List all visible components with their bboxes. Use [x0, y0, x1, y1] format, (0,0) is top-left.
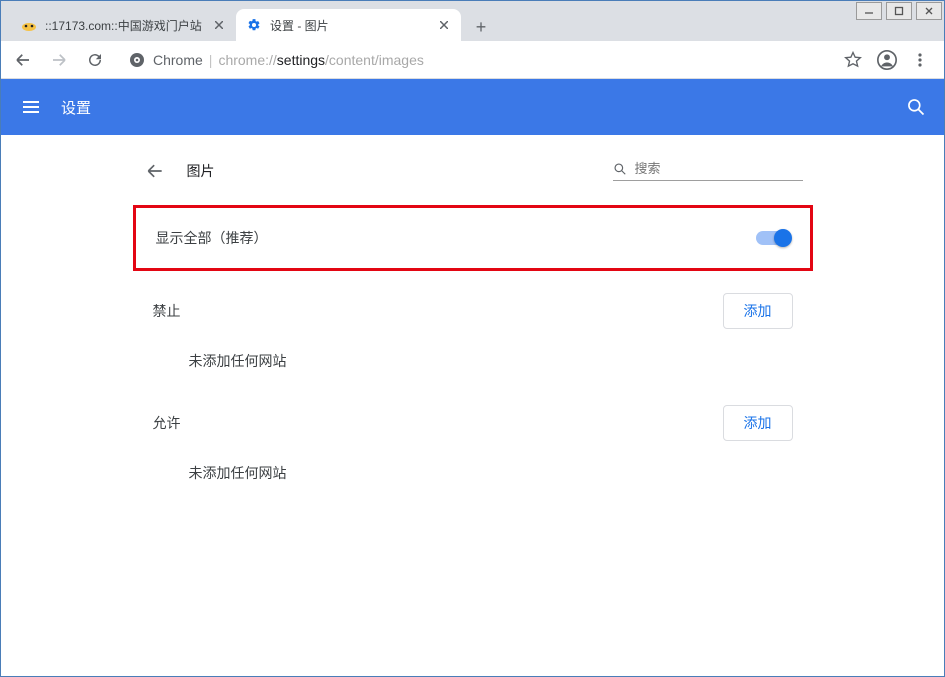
omnibox[interactable]: Chrome | chrome://settings/content/image… [119, 46, 832, 74]
page-search[interactable] [613, 161, 803, 181]
block-empty: 未添加任何网站 [133, 341, 813, 399]
close-window-button[interactable] [916, 2, 942, 20]
favicon-settings [246, 17, 262, 33]
tab-title: 设置 - 图片 [270, 17, 437, 34]
close-icon[interactable] [212, 18, 226, 32]
block-add-button[interactable]: 添加 [723, 293, 793, 329]
content-area: 图片 显示全部（推荐） 禁止 添加 未添加任何网站 允许 添加 [1, 135, 944, 676]
window-controls [856, 2, 942, 20]
back-button[interactable] [11, 48, 35, 72]
chrome-icon [129, 52, 145, 68]
show-all-label: 显示全部（推荐） [156, 228, 268, 248]
forward-button[interactable] [47, 48, 71, 72]
settings-title: 设置 [61, 97, 91, 118]
address-bar: Chrome | chrome://settings/content/image… [1, 41, 944, 79]
tab-17173[interactable]: ::17173.com::中国游戏门户站 [11, 9, 236, 41]
show-all-row: 显示全部（推荐） [136, 214, 810, 262]
tab-strip: ::17173.com::中国游戏门户站 设置 - 图片 + [1, 1, 944, 41]
maximize-button[interactable] [886, 2, 912, 20]
new-tab-button[interactable]: + [467, 13, 495, 41]
close-icon[interactable] [437, 18, 451, 32]
url-text: chrome://settings/content/images [218, 52, 423, 68]
allow-empty: 未添加任何网站 [133, 453, 813, 511]
search-input[interactable] [635, 161, 811, 176]
back-arrow-icon[interactable] [143, 159, 167, 183]
favicon-17173 [21, 17, 37, 33]
url-prefix: chrome:// [218, 52, 276, 68]
page-title: 图片 [187, 161, 215, 181]
url-bold: settings [277, 52, 325, 68]
allow-title: 允许 [153, 413, 181, 433]
allow-add-button[interactable]: 添加 [723, 405, 793, 441]
allow-section-header: 允许 添加 [133, 399, 813, 453]
highlighted-row: 显示全部（推荐） [133, 205, 813, 271]
block-title: 禁止 [153, 301, 181, 321]
reload-button[interactable] [83, 48, 107, 72]
page-header: 图片 [133, 155, 813, 199]
hamburger-icon[interactable] [19, 95, 43, 119]
search-icon [613, 162, 627, 176]
star-icon[interactable] [844, 51, 862, 69]
block-section-header: 禁止 添加 [133, 287, 813, 341]
url-suffix: /content/images [325, 52, 424, 68]
show-all-toggle[interactable] [756, 231, 790, 245]
url-divider: | [209, 52, 213, 68]
profile-icon[interactable] [876, 49, 898, 71]
search-icon[interactable] [906, 97, 926, 117]
menu-icon[interactable] [912, 52, 928, 68]
toggle-knob [774, 229, 792, 247]
tab-title: ::17173.com::中国游戏门户站 [45, 17, 212, 34]
settings-header: 设置 [1, 79, 944, 135]
minimize-button[interactable] [856, 2, 882, 20]
tab-settings[interactable]: 设置 - 图片 [236, 9, 461, 41]
url-scheme: Chrome [153, 52, 203, 68]
